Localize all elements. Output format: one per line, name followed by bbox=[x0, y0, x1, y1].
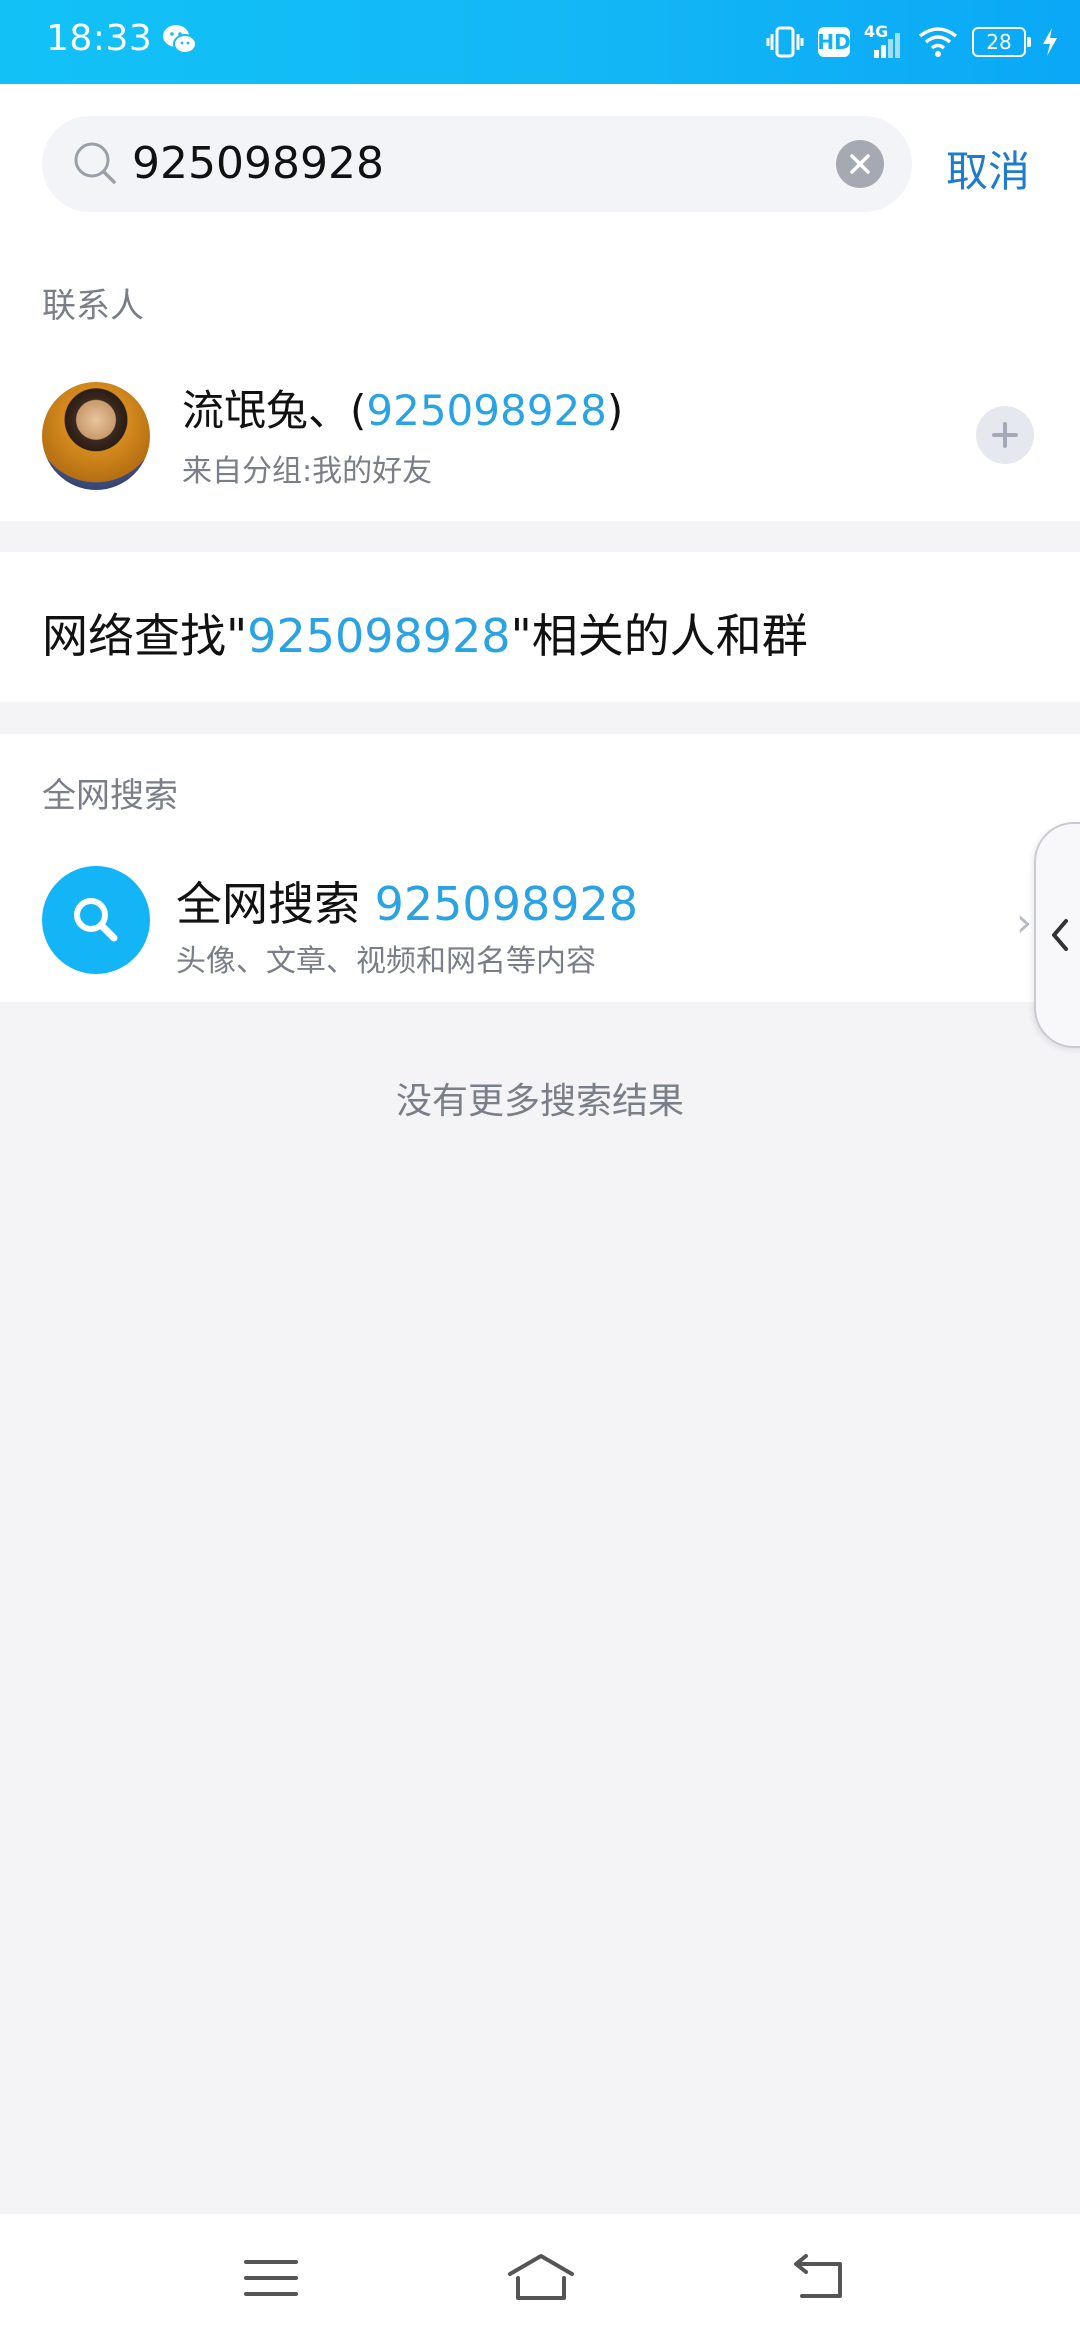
wechat-icon bbox=[163, 25, 197, 54]
web-search-section-title: 全网搜索 bbox=[42, 776, 178, 816]
no-more-results-text: 没有更多搜索结果 bbox=[395, 1081, 684, 1122]
contact-name-match: 925098928 bbox=[366, 386, 607, 435]
battery-icon: 28 bbox=[972, 27, 1031, 57]
system-navigation-bar bbox=[0, 2214, 1080, 2340]
search-bar[interactable]: 925098928 bbox=[42, 116, 912, 212]
charging-icon bbox=[1043, 28, 1057, 56]
contacts-section-title: 联系人 bbox=[42, 286, 144, 326]
web-search-title: 全网搜索 925098928 bbox=[176, 868, 638, 934]
search-input[interactable]: 925098928 bbox=[132, 138, 384, 190]
menu-icon[interactable] bbox=[236, 2250, 306, 2306]
vibrate-icon bbox=[766, 26, 804, 58]
network-find-suffix: "相关的人和群 bbox=[510, 609, 808, 663]
add-contact-button[interactable] bbox=[976, 406, 1034, 464]
search-icon bbox=[74, 142, 116, 184]
close-icon bbox=[850, 154, 870, 174]
floating-side-tab[interactable] bbox=[1034, 822, 1080, 1048]
web-search-subtitle: 头像、文章、视频和网名等内容 bbox=[176, 944, 596, 979]
battery-level: 28 bbox=[986, 30, 1012, 54]
contact-name: 流氓兔、(925098928) bbox=[182, 384, 623, 438]
status-time: 18:33 bbox=[46, 18, 153, 59]
status-icons: HD 4G 28 bbox=[766, 18, 1060, 66]
hd-badge: HD bbox=[817, 27, 851, 57]
magnifier-icon bbox=[74, 898, 118, 942]
network-find-prefix: 网络查找" bbox=[42, 609, 248, 663]
wifi-icon bbox=[918, 27, 958, 57]
plus-icon bbox=[992, 422, 1018, 448]
signal-icon: 4G bbox=[864, 22, 904, 60]
clear-search-button[interactable] bbox=[836, 140, 884, 188]
chevron-right-icon: › bbox=[1016, 900, 1032, 946]
contact-group: 来自分组:我的好友 bbox=[182, 454, 433, 489]
back-icon[interactable] bbox=[786, 2250, 856, 2306]
web-search-query: 925098928 bbox=[374, 877, 639, 931]
network-find-query: 925098928 bbox=[247, 609, 511, 663]
network-find-text: 网络查找"925098928"相关的人和群 bbox=[42, 600, 808, 666]
contact-name-text: 流氓兔、( bbox=[182, 386, 367, 435]
web-search-icon bbox=[42, 866, 150, 974]
avatar[interactable] bbox=[42, 382, 150, 490]
status-bar: 18:33 HD 4G 28 bbox=[0, 0, 1080, 84]
contact-name-suffix: ) bbox=[606, 386, 624, 435]
home-icon[interactable] bbox=[506, 2250, 576, 2306]
chevron-left-icon bbox=[1052, 919, 1068, 951]
network-find-row[interactable]: 网络查找"925098928"相关的人和群 bbox=[0, 552, 1080, 702]
cancel-button[interactable]: 取消 bbox=[946, 138, 1030, 199]
web-search-title-text: 全网搜索 bbox=[176, 877, 375, 931]
